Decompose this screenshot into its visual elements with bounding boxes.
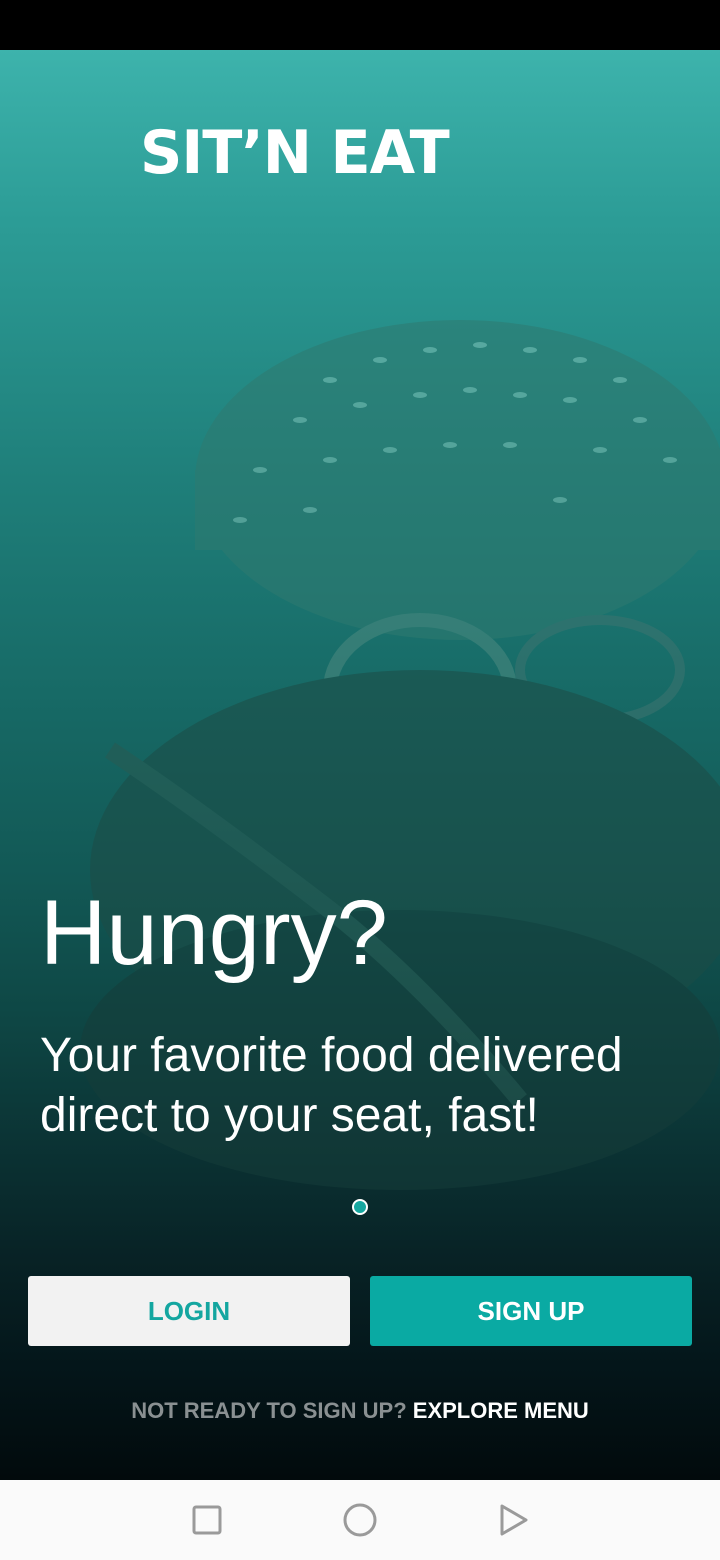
recents-icon[interactable] [189, 1502, 225, 1538]
system-navigation-bar [0, 1480, 720, 1560]
explore-prompt: NOT READY TO SIGN UP? [131, 1398, 407, 1423]
subtitle: Your favorite food delivered direct to y… [40, 1029, 623, 1142]
explore-menu-row: NOT READY TO SIGN UP? EXPLORE MENU [0, 1398, 720, 1424]
page-indicator-dot [352, 1199, 368, 1215]
hero-background: SIT’N EAT Hungry? Your favorite food del… [0, 50, 720, 1480]
login-button[interactable]: LOGIN [28, 1276, 350, 1346]
signup-button[interactable]: SIGN UP [370, 1276, 692, 1346]
status-bar [0, 0, 720, 50]
app-logo: SIT’N EAT [140, 118, 450, 188]
headline: Hungry? [40, 882, 388, 984]
back-icon[interactable] [495, 1502, 531, 1538]
home-icon[interactable] [342, 1502, 378, 1538]
explore-menu-link[interactable]: EXPLORE MENU [413, 1398, 589, 1423]
burger-image [80, 320, 720, 1190]
